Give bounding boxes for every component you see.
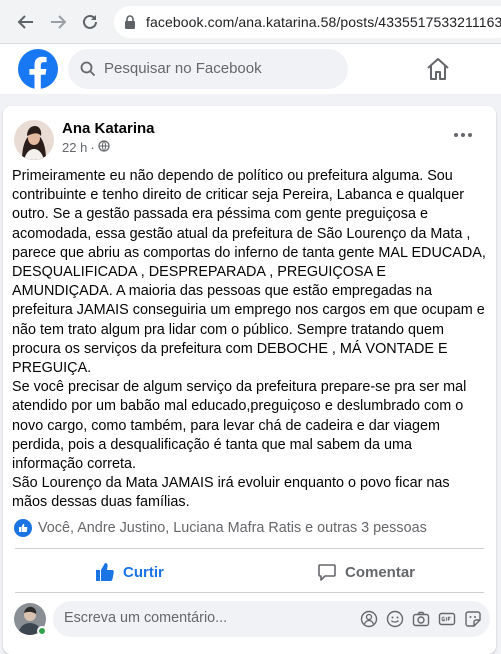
post-paragraph: Se você precisar de algum serviço da pre… (12, 379, 467, 473)
like-button[interactable]: Curtir (95, 558, 164, 586)
facebook-header: Pesquisar no Facebook (0, 44, 501, 94)
divider (15, 592, 484, 593)
back-button[interactable] (14, 10, 38, 34)
search-icon (80, 61, 96, 82)
comment-tools (360, 610, 482, 628)
reactions-text: Você, Andre Justino, Luciana Mafra Ratis… (38, 520, 427, 536)
sticker-icon[interactable] (464, 610, 482, 628)
emoji-icon[interactable] (386, 610, 404, 628)
post-paragraph: Primeiramente eu não dependo de político… (12, 168, 486, 377)
post-body: Primeiramente eu não dependo de político… (12, 167, 487, 513)
arrow-left-icon (17, 15, 33, 29)
like-label: Curtir (123, 563, 164, 581)
avatar-sticker-icon[interactable] (360, 610, 378, 628)
more-icon (454, 133, 472, 137)
search-input[interactable]: Pesquisar no Facebook (68, 49, 348, 89)
home-button[interactable] (424, 55, 452, 88)
comment-placeholder: Escreva um comentário... (64, 610, 228, 626)
address-bar[interactable]: facebook.com/ana.katarina.58/posts/43355… (114, 6, 501, 38)
more-options-button[interactable] (451, 127, 475, 143)
reload-icon (83, 14, 97, 29)
facebook-logo-icon[interactable] (18, 49, 58, 90)
like-reaction-icon (14, 519, 32, 537)
comment-input[interactable]: Escreva um comentário... (53, 601, 490, 637)
comment-label: Comentar (345, 563, 416, 581)
gif-icon[interactable] (438, 610, 456, 628)
divider (15, 548, 484, 549)
arrow-right-icon (51, 15, 67, 29)
post-meta: 22 h · (62, 140, 110, 155)
home-icon (427, 58, 449, 80)
post-time[interactable]: 22 h (62, 140, 87, 155)
comment-button[interactable]: Comentar (317, 558, 415, 586)
post-card: Ana Katarina 22 h · Primeiramente eu não… (3, 106, 496, 654)
reload-button[interactable] (78, 10, 102, 34)
comment-icon (318, 564, 336, 581)
reactions-summary[interactable]: Você, Andre Justino, Luciana Mafra Ratis… (14, 519, 427, 537)
camera-icon[interactable] (412, 610, 430, 628)
author-name[interactable]: Ana Katarina (62, 120, 155, 137)
url-text: facebook.com/ana.katarina.58/posts/43355… (146, 14, 501, 30)
thumbs-up-icon (96, 563, 114, 581)
globe-icon (98, 140, 110, 155)
browser-toolbar: facebook.com/ana.katarina.58/posts/43355… (0, 0, 501, 44)
online-status-badge (37, 626, 47, 636)
meta-separator: · (90, 140, 95, 155)
post-paragraph: São Lourenço da Mata JAMAIS irá evoluir … (12, 475, 450, 511)
forward-button[interactable] (46, 10, 70, 34)
lock-icon (124, 15, 136, 34)
author-avatar[interactable] (14, 120, 54, 160)
search-placeholder: Pesquisar no Facebook (104, 60, 262, 77)
